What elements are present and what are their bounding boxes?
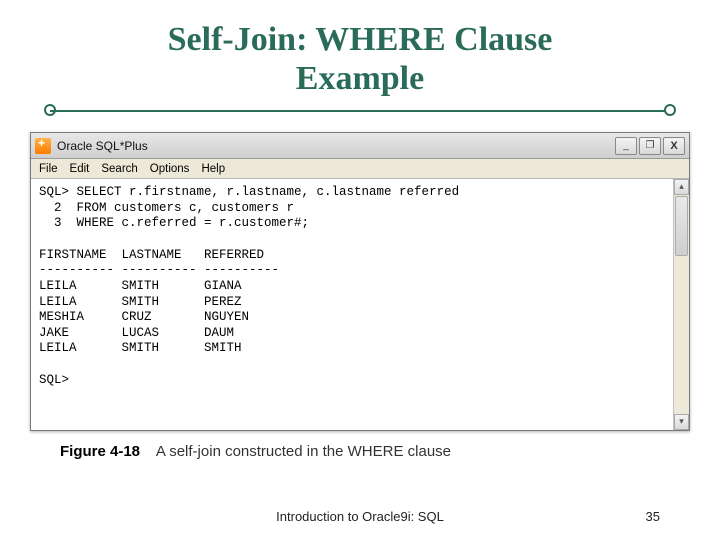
menu-search[interactable]: Search <box>101 163 137 175</box>
rule-line <box>50 110 670 112</box>
vertical-scrollbar[interactable]: ▴ ▾ <box>673 179 689 429</box>
app-icon <box>35 138 51 154</box>
result-divider: ---------- ---------- ---------- <box>39 263 279 277</box>
figure-text: A self-join constructed in the WHERE cla… <box>156 443 451 460</box>
slide-title-line1: Self-Join: WHERE Clause <box>168 21 553 58</box>
menu-file[interactable]: File <box>39 163 58 175</box>
menu-edit[interactable]: Edit <box>70 163 90 175</box>
slide-footer: Introduction to Oracle9i: SQL 35 <box>0 509 720 524</box>
window-title: Oracle SQL*Plus <box>57 139 148 153</box>
window-titlebar: Oracle SQL*Plus _ ❐ X <box>31 133 689 159</box>
menu-options[interactable]: Options <box>150 163 190 175</box>
footer-center: Introduction to Oracle9i: SQL <box>276 509 444 524</box>
result-row-5: LEILA SMITH SMITH <box>39 341 242 355</box>
maximize-button[interactable]: ❐ <box>639 137 661 155</box>
minimize-button[interactable]: _ <box>615 137 637 155</box>
result-header: FIRSTNAME LASTNAME REFERRED <box>39 248 264 262</box>
figure-caption: Figure 4-18 A self-join constructed in t… <box>60 443 690 460</box>
menu-bar: File Edit Search Options Help <box>31 159 689 179</box>
slide-title: Self-Join: WHERE Clause Example <box>30 20 690 98</box>
page-number: 35 <box>646 509 660 524</box>
window-controls: _ ❐ X <box>615 137 685 155</box>
scroll-thumb[interactable] <box>675 196 688 256</box>
scroll-down-arrow[interactable]: ▾ <box>674 414 689 430</box>
scroll-up-arrow[interactable]: ▴ <box>674 179 689 195</box>
close-button[interactable]: X <box>663 137 685 155</box>
result-row-2: LEILA SMITH PEREZ <box>39 295 242 309</box>
sql-prompt-end: SQL> <box>39 373 69 387</box>
result-row-1: LEILA SMITH GIANA <box>39 279 242 293</box>
figure-ref: Figure 4-18 <box>60 443 140 460</box>
sql-line-2: 2 FROM customers c, customers r <box>39 201 294 215</box>
menu-help[interactable]: Help <box>201 163 225 175</box>
sqlplus-window: Oracle SQL*Plus _ ❐ X File Edit Search O… <box>30 132 690 430</box>
title-underline <box>50 104 670 118</box>
result-row-3: MESHIA CRUZ NGUYEN <box>39 310 249 324</box>
slide-title-line2: Example <box>296 60 424 97</box>
console-output: SQL> SELECT r.firstname, r.lastname, c.l… <box>31 179 689 429</box>
sql-line-1: SQL> SELECT r.firstname, r.lastname, c.l… <box>39 185 459 199</box>
sql-line-3: 3 WHERE c.referred = r.customer#; <box>39 216 309 230</box>
result-row-4: JAKE LUCAS DAUM <box>39 326 234 340</box>
rule-dot-right <box>664 104 676 116</box>
